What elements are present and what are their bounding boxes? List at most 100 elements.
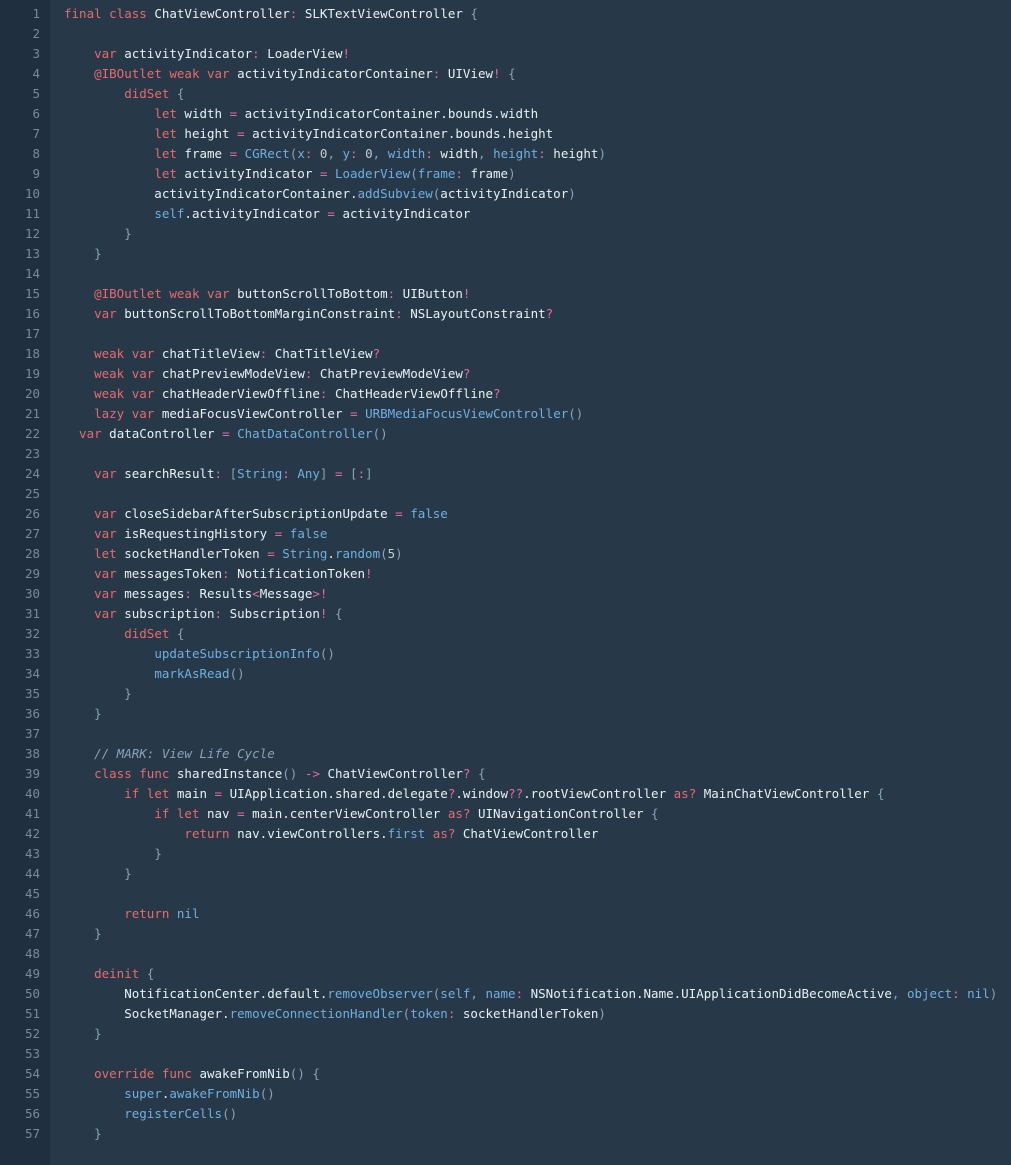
- code-line[interactable]: }: [64, 924, 1011, 944]
- line-number: 55: [0, 1084, 40, 1104]
- code-line[interactable]: super.awakeFromNib(): [64, 1084, 1011, 1104]
- code-line[interactable]: updateSubscriptionInfo(): [64, 644, 1011, 664]
- line-number: 24: [0, 464, 40, 484]
- code-line[interactable]: class func sharedInstance() -> ChatViewC…: [64, 764, 1011, 784]
- line-number: 13: [0, 244, 40, 264]
- code-line[interactable]: @IBOutlet weak var activityIndicatorCont…: [64, 64, 1011, 84]
- code-line[interactable]: }: [64, 1024, 1011, 1044]
- code-line[interactable]: didSet {: [64, 84, 1011, 104]
- line-number: 14: [0, 264, 40, 284]
- line-number: 51: [0, 1004, 40, 1024]
- line-number: 40: [0, 784, 40, 804]
- line-number: 57: [0, 1124, 40, 1144]
- code-line[interactable]: [64, 324, 1011, 344]
- line-number: 41: [0, 804, 40, 824]
- line-number: 10: [0, 184, 40, 204]
- line-number: 47: [0, 924, 40, 944]
- code-line[interactable]: var buttonScrollToBottomMarginConstraint…: [64, 304, 1011, 324]
- line-number: 28: [0, 544, 40, 564]
- code-line[interactable]: var closeSidebarAfterSubscriptionUpdate …: [64, 504, 1011, 524]
- code-line[interactable]: activityIndicatorContainer.addSubview(ac…: [64, 184, 1011, 204]
- code-line[interactable]: weak var chatHeaderViewOffline: ChatHead…: [64, 384, 1011, 404]
- line-number: 37: [0, 724, 40, 744]
- code-editor: 1234567891011121314151617181920212223242…: [0, 0, 1011, 1165]
- code-line[interactable]: var messages: Results<Message>!: [64, 584, 1011, 604]
- code-line[interactable]: @IBOutlet weak var buttonScrollToBottom:…: [64, 284, 1011, 304]
- code-line[interactable]: didSet {: [64, 624, 1011, 644]
- line-number: 52: [0, 1024, 40, 1044]
- line-number: 9: [0, 164, 40, 184]
- line-number: 12: [0, 224, 40, 244]
- code-line[interactable]: self.activityIndicator = activityIndicat…: [64, 204, 1011, 224]
- line-number: 26: [0, 504, 40, 524]
- line-number: 6: [0, 104, 40, 124]
- line-number: 21: [0, 404, 40, 424]
- code-line[interactable]: [64, 884, 1011, 904]
- code-line[interactable]: lazy var mediaFocusViewController = URBM…: [64, 404, 1011, 424]
- line-number: 15: [0, 284, 40, 304]
- code-line[interactable]: let frame = CGRect(x: 0, y: 0, width: wi…: [64, 144, 1011, 164]
- code-line[interactable]: }: [64, 844, 1011, 864]
- line-number: 42: [0, 824, 40, 844]
- code-line[interactable]: let socketHandlerToken = String.random(5…: [64, 544, 1011, 564]
- line-number: 50: [0, 984, 40, 1004]
- line-number: 36: [0, 704, 40, 724]
- code-line[interactable]: NotificationCenter.default.removeObserve…: [64, 984, 1011, 1004]
- code-line[interactable]: [64, 264, 1011, 284]
- line-number: 2: [0, 24, 40, 44]
- code-line[interactable]: weak var chatPreviewModeView: ChatPrevie…: [64, 364, 1011, 384]
- line-number: 23: [0, 444, 40, 464]
- line-number: 44: [0, 864, 40, 884]
- code-line[interactable]: [64, 484, 1011, 504]
- code-line[interactable]: markAsRead(): [64, 664, 1011, 684]
- line-number: 8: [0, 144, 40, 164]
- code-content[interactable]: final class ChatViewController: SLKTextV…: [50, 0, 1011, 1165]
- code-line[interactable]: }: [64, 224, 1011, 244]
- line-number: 48: [0, 944, 40, 964]
- code-line[interactable]: [64, 444, 1011, 464]
- line-number: 4: [0, 64, 40, 84]
- code-line[interactable]: }: [64, 1124, 1011, 1144]
- line-number: 46: [0, 904, 40, 924]
- code-line[interactable]: }: [64, 244, 1011, 264]
- line-number: 53: [0, 1044, 40, 1064]
- code-line[interactable]: var subscription: Subscription! {: [64, 604, 1011, 624]
- line-number: 30: [0, 584, 40, 604]
- code-line[interactable]: SocketManager.removeConnectionHandler(to…: [64, 1004, 1011, 1024]
- code-line[interactable]: [64, 1044, 1011, 1064]
- code-line[interactable]: registerCells(): [64, 1104, 1011, 1124]
- code-line[interactable]: [64, 24, 1011, 44]
- line-number: 27: [0, 524, 40, 544]
- code-line[interactable]: final class ChatViewController: SLKTextV…: [64, 4, 1011, 24]
- line-number: 17: [0, 324, 40, 344]
- code-line[interactable]: let height = activityIndicatorContainer.…: [64, 124, 1011, 144]
- line-number: 5: [0, 84, 40, 104]
- code-line[interactable]: override func awakeFromNib() {: [64, 1064, 1011, 1084]
- code-line[interactable]: var activityIndicator: LoaderView!: [64, 44, 1011, 64]
- code-line[interactable]: var searchResult: [String: Any] = [:]: [64, 464, 1011, 484]
- line-number: 45: [0, 884, 40, 904]
- code-line[interactable]: let width = activityIndicatorContainer.b…: [64, 104, 1011, 124]
- code-line[interactable]: [64, 944, 1011, 964]
- code-line[interactable]: }: [64, 684, 1011, 704]
- line-number: 56: [0, 1104, 40, 1124]
- line-number: 25: [0, 484, 40, 504]
- code-line[interactable]: deinit {: [64, 964, 1011, 984]
- code-line[interactable]: var messagesToken: NotificationToken!: [64, 564, 1011, 584]
- line-number: 16: [0, 304, 40, 324]
- code-line[interactable]: if let nav = main.centerViewController a…: [64, 804, 1011, 824]
- code-line[interactable]: if let main = UIApplication.shared.deleg…: [64, 784, 1011, 804]
- line-number: 35: [0, 684, 40, 704]
- code-line[interactable]: let activityIndicator = LoaderView(frame…: [64, 164, 1011, 184]
- line-number: 20: [0, 384, 40, 404]
- code-line[interactable]: weak var chatTitleView: ChatTitleView?: [64, 344, 1011, 364]
- code-line[interactable]: return nil: [64, 904, 1011, 924]
- code-line[interactable]: }: [64, 864, 1011, 884]
- code-line[interactable]: return nav.viewControllers.first as? Cha…: [64, 824, 1011, 844]
- line-number: 3: [0, 44, 40, 64]
- code-line[interactable]: }: [64, 704, 1011, 724]
- code-line[interactable]: [64, 724, 1011, 744]
- code-line[interactable]: // MARK: View Life Cycle: [64, 744, 1011, 764]
- code-line[interactable]: var dataController = ChatDataController(…: [64, 424, 1011, 444]
- code-line[interactable]: var isRequestingHistory = false: [64, 524, 1011, 544]
